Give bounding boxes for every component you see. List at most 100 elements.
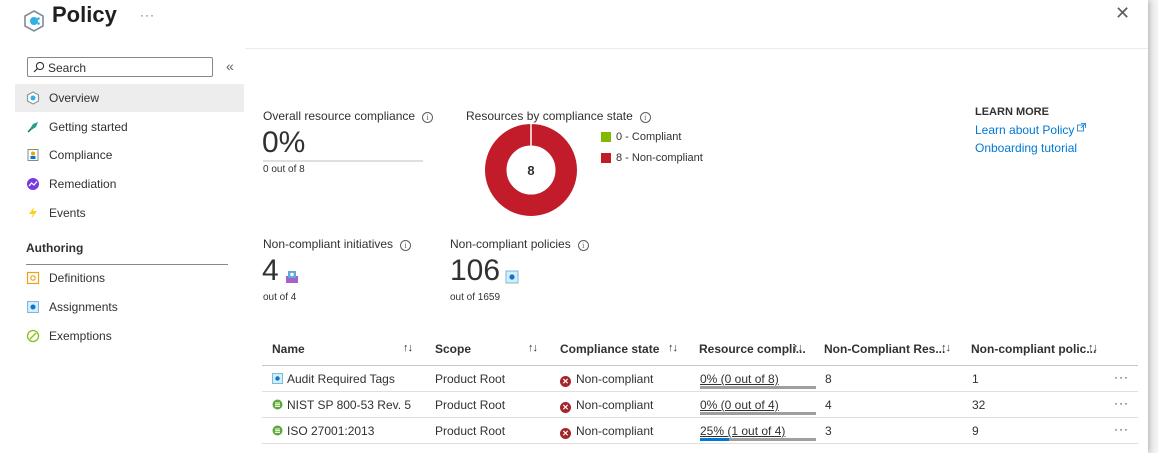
info-icon[interactable]: i <box>639 112 651 123</box>
authoring-section-header: Authoring <box>26 241 84 255</box>
overall-compliance-value: 0% <box>262 126 306 159</box>
sidebar-item-label: Definitions <box>49 271 106 285</box>
column-header-scope[interactable]: Scope <box>435 342 471 356</box>
initiative-icon <box>286 271 298 283</box>
sidebar-item-label: Compliance <box>49 148 113 162</box>
column-header-noncompliant-resources[interactable]: Non-Compliant Res... <box>824 342 945 356</box>
legend-non-compliant[interactable]: 8 - Non-compliant <box>601 152 703 164</box>
row-name-text[interactable]: Audit Required Tags <box>287 372 395 386</box>
error-icon: ✕ <box>560 376 571 387</box>
sidebar-item-label: Assignments <box>49 300 118 314</box>
search-input[interactable]: Search <box>27 57 213 77</box>
sidebar-item-label: Exemptions <box>49 329 112 343</box>
search-icon <box>33 61 45 73</box>
row-state-text: Non-compliant <box>576 424 654 438</box>
search-placeholder: Search <box>48 61 87 75</box>
link-text[interactable]: Learn about Policy <box>975 123 1074 137</box>
sort-compliance-state-icon[interactable]: ↑↓ <box>668 342 678 354</box>
noncompliant-policies-value: 106 <box>450 254 501 287</box>
row-noncompliant-policies: 1 <box>972 372 979 386</box>
more-options-button[interactable]: ··· <box>140 8 155 22</box>
close-button[interactable]: ✕ <box>1115 4 1130 22</box>
row-compliance-bar <box>700 386 816 389</box>
row-name-text[interactable]: ISO 27001:2013 <box>287 424 374 438</box>
column-header-resource-compliance[interactable]: Resource compli... <box>699 342 806 356</box>
column-header-compliance-state[interactable]: Compliance state <box>560 342 659 356</box>
noncompliant-initiatives-value: 4 <box>262 254 279 287</box>
assignment-icon <box>272 373 283 384</box>
overall-compliance-sub: 0 out of 8 <box>263 164 305 175</box>
error-icon: ✕ <box>560 428 571 439</box>
row-noncompliant-resources: 3 <box>825 424 832 438</box>
legend-swatch-compliant <box>601 132 611 142</box>
row-compliance-fill <box>700 438 729 441</box>
learn-about-policy-link[interactable]: Learn about Policy <box>975 123 1087 137</box>
row-name[interactable]: NIST SP 800-53 Rev. 5 <box>272 398 411 412</box>
row-state-text: Non-compliant <box>576 372 654 386</box>
donut-total: 8 <box>527 163 534 178</box>
sidebar-item-label: Getting started <box>49 120 128 134</box>
table-row[interactable]: ISO 27001:2013 Product Root ✕ Non-complia… <box>262 419 1138 444</box>
info-icon[interactable]: i <box>400 240 412 251</box>
column-header-noncompliant-policies[interactable]: Non-compliant polic... <box>971 342 1096 356</box>
header-divider <box>262 365 1138 366</box>
overall-compliance-bar <box>263 160 423 162</box>
sort-scope-icon[interactable]: ↑↓ <box>528 342 538 354</box>
row-state: ✕ Non-compliant <box>560 424 653 439</box>
legend-label: 0 - Compliant <box>616 131 682 143</box>
sidebar-item-label: Remediation <box>49 177 117 191</box>
info-icon[interactable]: i <box>422 112 434 123</box>
row-name[interactable]: ISO 27001:2013 <box>272 424 374 438</box>
learn-more-heading: LEARN MORE <box>975 106 1049 118</box>
policies-text: Non-compliant policies <box>450 237 571 251</box>
row-scope: Product Root <box>435 398 506 412</box>
policy-blade: Policy ··· ✕ Search « Overview Getting s… <box>0 0 1148 453</box>
row-compliance[interactable]: 0% (0 out of 8) <box>700 372 779 386</box>
column-header-name[interactable]: Name <box>272 342 305 356</box>
compliance-icon <box>26 148 40 162</box>
compliance-donut-chart[interactable]: 8 <box>485 124 577 216</box>
compliance-state-text: Resources by compliance state <box>466 109 633 123</box>
sort-resource-compliance-icon[interactable]: ↑↓ <box>793 342 803 354</box>
sidebar-item-compliance[interactable]: Compliance <box>15 141 244 169</box>
sidebar-item-exemptions[interactable]: Exemptions <box>15 322 244 350</box>
collapse-sidebar-button[interactable]: « <box>226 58 234 74</box>
sidebar-item-assignments[interactable]: Assignments <box>15 293 244 321</box>
onboarding-tutorial-link[interactable]: Onboarding tutorial <box>975 141 1077 155</box>
sidebar-item-remediation[interactable]: Remediation <box>15 170 244 198</box>
policy-logo-icon <box>24 10 44 32</box>
table-row[interactable]: Audit Required Tags Product Root ✕ Non-co… <box>262 367 1138 392</box>
row-noncompliant-policies: 9 <box>972 424 979 438</box>
assignments-icon <box>26 300 40 314</box>
row-noncompliant-resources: 8 <box>825 372 832 386</box>
sidebar-item-label: Overview <box>49 91 100 105</box>
noncompliant-policies-sub: out of 1659 <box>450 292 501 303</box>
row-more-button[interactable]: ··· <box>1114 370 1129 384</box>
row-compliance[interactable]: 0% (0 out of 4) <box>700 398 779 412</box>
blade-header: Policy ··· ✕ <box>0 0 1148 40</box>
definitions-icon <box>26 271 40 285</box>
legend-label: 8 - Non-compliant <box>616 152 703 164</box>
sort-name-icon[interactable]: ↑↓ <box>403 342 413 354</box>
sidebar-item-getting-started[interactable]: Getting started <box>15 113 244 141</box>
events-icon <box>26 206 40 220</box>
row-state: ✕ Non-compliant <box>560 372 653 387</box>
overall-compliance-text: Overall resource compliance <box>263 109 416 123</box>
policy-definition-icon <box>505 270 519 284</box>
page-title: Policy <box>52 2 117 27</box>
sidebar-item-definitions[interactable]: Definitions <box>15 264 244 292</box>
legend-compliant[interactable]: 0 - Compliant <box>601 131 681 143</box>
row-more-button[interactable]: ··· <box>1114 422 1129 436</box>
row-name[interactable]: Audit Required Tags <box>272 372 395 386</box>
sort-noncompliant-resources-icon[interactable]: ↑↓ <box>941 342 951 354</box>
row-name-text[interactable]: NIST SP 800-53 Rev. 5 <box>287 398 411 412</box>
sidebar-item-overview[interactable]: Overview <box>15 84 244 112</box>
table-row[interactable]: NIST SP 800-53 Rev. 5 Product Root ✕ Non-… <box>262 393 1138 418</box>
info-icon[interactable]: i <box>577 240 589 251</box>
initiative-icon <box>272 399 283 410</box>
sort-noncompliant-policies-icon[interactable]: ↑↓ <box>1088 342 1098 354</box>
sidebar-item-events[interactable]: Events <box>15 199 244 227</box>
sidebar-item-label: Events <box>49 206 86 220</box>
row-more-button[interactable]: ··· <box>1114 396 1129 410</box>
row-compliance[interactable]: 25% (1 out of 4) <box>700 424 785 438</box>
